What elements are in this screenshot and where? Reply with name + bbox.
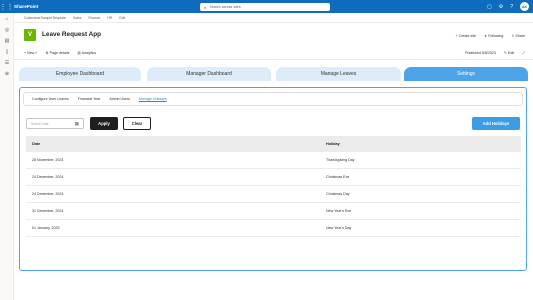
column-header-holiday[interactable]: Holiday [326,142,521,146]
site-actions: + Create site ★ Following ⇪ Share [455,34,525,38]
cell-holiday: Thanksgiving Day [326,158,355,162]
cell-date: 24 December, 2024 [32,192,64,196]
tab-manager-dashboard[interactable]: Manager Dashboard [147,67,271,81]
cell-date: 24 December, 2024 [32,175,64,179]
subtab-manage-holidays[interactable]: Manage Holidays [139,97,167,101]
holidays-table: Date Holiday 28 November, 2024 Thanksgiv… [26,136,521,237]
hub-nav-item-sales[interactable]: Sales [73,16,81,20]
subtab-admin-users[interactable]: Admin Users [109,97,130,101]
calendar-icon[interactable]: ▦ [75,121,79,127]
cell-holiday: Christmas Eve [326,175,350,179]
create-icon[interactable]: ⊕ [0,68,14,79]
cell-holiday: Christmas Day [326,192,350,196]
site-logo[interactable]: V [24,29,36,41]
lists-icon[interactable]: ☰ [0,57,14,68]
column-header-date[interactable]: Date [26,142,326,146]
hub-navigation: CodeminerSampleTemplate Sales Finance HR… [14,13,533,23]
command-bar: + New ˅ ⚙ Page details ▥ Analytics Publi… [14,47,533,60]
suite-bar: ⋮⋮ SharePoint ⌕ Search across sites ▢ ⚙ … [0,0,533,13]
main-tabs: Employee Dashboard Manager Dashboard Man… [19,67,529,81]
suite-icons: ▢ ⚙ ? AK [487,2,529,11]
hub-nav-item-finance[interactable]: Finance [88,16,100,20]
hub-nav-edit[interactable]: Edit [119,16,125,20]
create-site-button[interactable]: + Create site [455,34,476,38]
chevron-down-icon: ˅ [34,51,38,55]
app-name[interactable]: SharePoint [14,4,38,9]
settings-subtabs: Configure User Leaves Financial Year Adm… [23,92,523,106]
help-icon[interactable]: ? [510,4,513,10]
hub-nav-item-hr[interactable]: HR [107,16,112,20]
tab-settings[interactable]: Settings [404,67,528,81]
search-box[interactable]: ⌕ Search across sites [200,3,330,11]
site-title[interactable]: Leave Request App [42,31,101,38]
cell-holiday: New Year's Day [326,226,352,230]
chat-icon[interactable]: ▢ [487,4,492,10]
settings-icon[interactable]: ⚙ [499,4,503,10]
news-icon[interactable]: ▤ [0,35,14,46]
table-row[interactable]: 28 November, 2024 Thanksgiving Day [26,152,521,169]
page-canvas: Employee Dashboard Manager Dashboard Man… [14,60,533,300]
tab-employee-dashboard[interactable]: Employee Dashboard [19,67,141,81]
table-row[interactable]: 24 December, 2024 Christmas Day [26,186,521,203]
app-launcher-icon[interactable]: ⋮⋮ [0,0,14,13]
clear-button[interactable]: Clear [123,117,151,130]
avatar[interactable]: AK [520,2,529,11]
globe-icon[interactable]: ◎ [0,24,14,35]
tab-manage-leaves[interactable]: Manage Leaves [276,67,401,81]
share-button[interactable]: ⇪ Share [511,34,525,38]
cell-date: 28 November, 2024 [32,158,64,162]
settings-panel: Configure User Leaves Financial Year Adm… [19,87,527,271]
cell-holiday: New Year's Eve [326,209,352,213]
apply-button[interactable]: Apply [90,117,118,130]
cell-date: 31 December, 2024 [32,209,64,213]
files-icon[interactable]: ▯ [0,46,14,57]
edit-button[interactable]: ✎ Edit [504,51,514,55]
date-placeholder: Select Date [31,121,49,126]
new-button[interactable]: + New ˅ [24,51,37,55]
following-button[interactable]: ★ Following [484,34,503,38]
cell-date: 01 January, 2025 [32,226,60,230]
hub-nav-item-template[interactable]: CodeminerSampleTemplate [24,16,66,20]
table-row[interactable]: 01 January, 2025 New Year's Day [26,220,521,237]
left-app-bar: ⌂ ◎ ▤ ▯ ☰ ⊕ [0,13,14,300]
subtab-financial-year[interactable]: Financial Year [78,97,101,101]
expand-icon[interactable]: ⤢ [522,51,525,55]
subtab-configure-user-leaves[interactable]: Configure User Leaves [32,97,69,101]
table-row[interactable]: 31 December, 2024 New Year's Eve [26,203,521,220]
date-picker-input[interactable]: Select Date ▦ [26,118,84,129]
home-icon[interactable]: ⌂ [0,13,14,24]
site-header: V Leave Request App + Create site ★ Foll… [14,23,533,47]
add-holidays-button[interactable]: Add Holidays [472,117,520,130]
table-header: Date Holiday [26,136,521,152]
search-placeholder: Search across sites [209,5,241,9]
search-icon: ⌕ [204,4,207,10]
page-details-button[interactable]: ⚙ Page details [45,51,69,55]
analytics-button[interactable]: ▥ Analytics [77,51,96,55]
published-status: Published 5/8/2023 [465,51,496,55]
table-row[interactable]: 24 December, 2024 Christmas Eve [26,169,521,186]
